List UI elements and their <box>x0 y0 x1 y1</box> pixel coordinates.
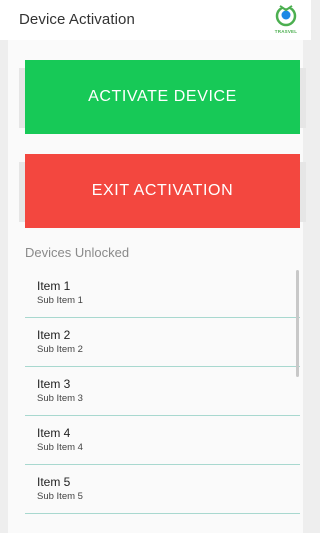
top-app-bar: Device Activation TRASVEL <box>0 0 311 40</box>
list-item-title: Item 2 <box>37 328 71 342</box>
brand-logo: TRASVEL <box>266 0 306 38</box>
list-item-subtitle: Sub Item 4 <box>37 442 83 453</box>
logo-text: TRASVEL <box>274 29 298 34</box>
list-item-subtitle: Sub Item 2 <box>37 344 83 355</box>
exit-activation-button[interactable]: EXIT ACTIVATION <box>25 154 300 228</box>
list-item[interactable]: Item 1 Sub Item 1 <box>25 269 300 318</box>
devices-unlocked-heading: Devices Unlocked <box>25 245 130 260</box>
list-item-title: Item 1 <box>37 279 71 293</box>
list-item-subtitle: Sub Item 3 <box>37 393 83 404</box>
list-item-subtitle: Sub Item 1 <box>37 295 83 306</box>
list-item[interactable]: Item 3 Sub Item 3 <box>25 367 300 416</box>
logo-icon <box>275 0 297 27</box>
list-item[interactable]: Item 5 Sub Item 5 <box>25 465 300 514</box>
activate-device-button[interactable]: ACTIVATE DEVICE <box>25 60 300 134</box>
devices-list[interactable]: Item 1 Sub Item 1 Item 2 Sub Item 2 Item… <box>25 269 300 517</box>
list-item-subtitle: Sub Item 5 <box>37 491 83 502</box>
list-scrollbar[interactable] <box>296 270 299 377</box>
list-item-title: Item 5 <box>37 475 71 489</box>
list-item-title: Item 3 <box>37 377 71 391</box>
page-title: Device Activation <box>19 11 135 28</box>
list-item[interactable]: Item 2 Sub Item 2 <box>25 318 300 367</box>
list-item[interactable]: Item 4 Sub Item 4 <box>25 416 300 465</box>
list-item-title: Item 4 <box>37 426 71 440</box>
